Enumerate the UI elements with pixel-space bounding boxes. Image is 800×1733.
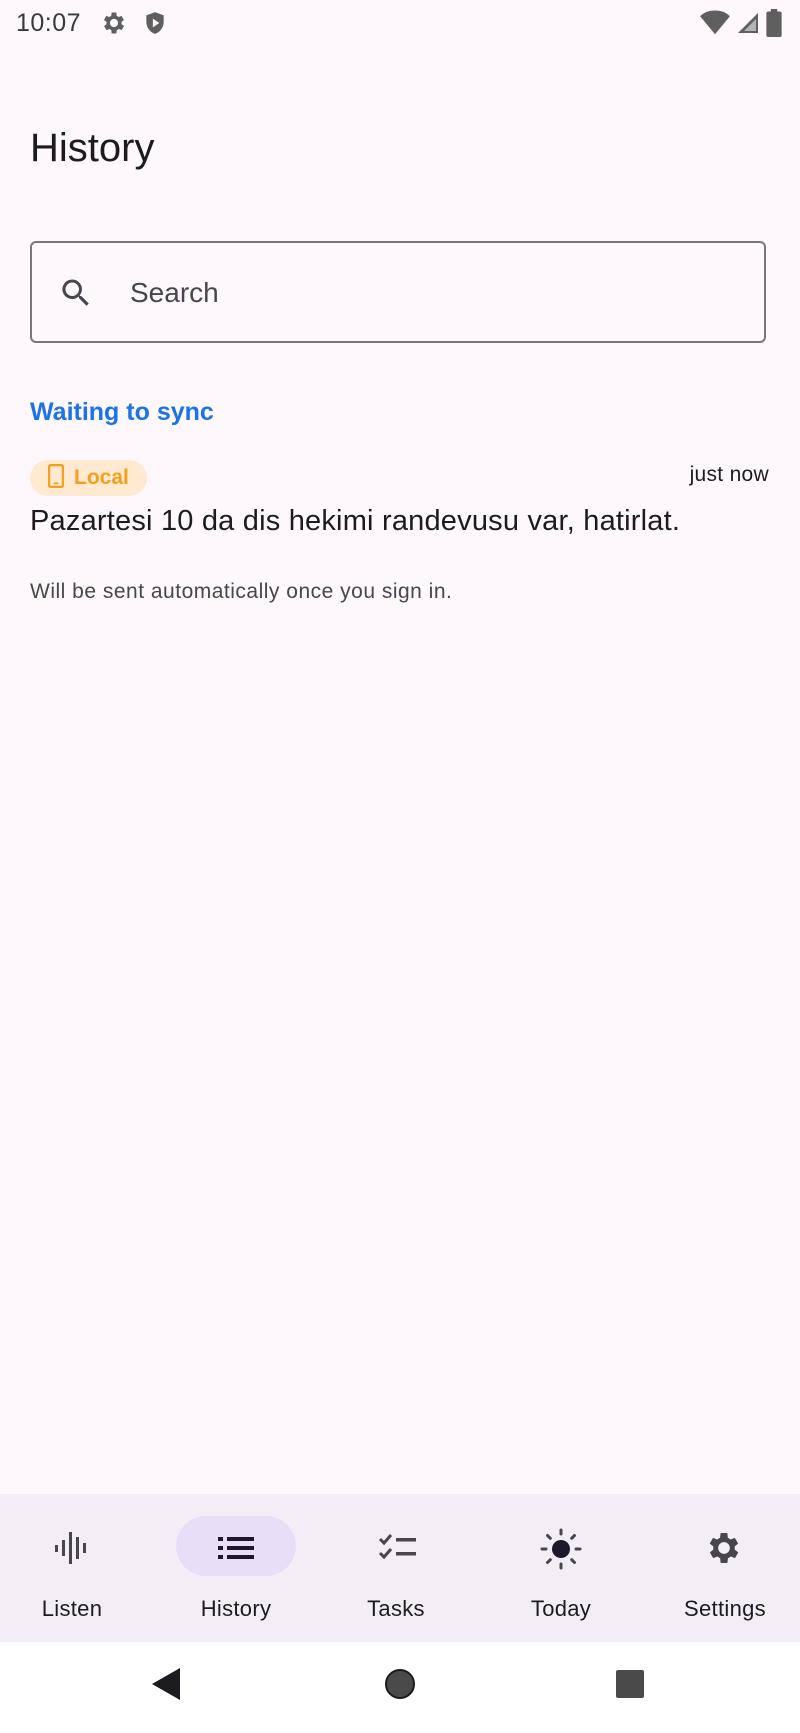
recents-icon[interactable] — [614, 1664, 646, 1709]
list-icon — [216, 1528, 256, 1573]
gear-icon — [100, 9, 128, 42]
status-bar: 10:07 — [0, 0, 800, 48]
history-item-time: just now — [689, 463, 769, 486]
nav-label-settings: Settings — [684, 1596, 766, 1621]
signal-icon — [736, 11, 760, 40]
nav-label-listen: Listen — [41, 1596, 103, 1621]
home-icon[interactable] — [382, 1664, 418, 1709]
bottom-navigation: Listen History Tasks Today Settings — [0, 1494, 800, 1642]
local-badge: Local — [30, 460, 147, 496]
waveform-icon — [52, 1528, 92, 1573]
nav-label-tasks: Tasks — [367, 1596, 425, 1621]
local-badge-label: Local — [74, 466, 129, 489]
history-item-text: Pazartesi 10 da dis hekimi randevusu var… — [30, 505, 681, 537]
shield-icon — [142, 9, 168, 42]
phone-icon — [47, 463, 65, 493]
status-right-icons — [700, 9, 782, 42]
search-icon — [58, 275, 94, 316]
checklist-icon — [378, 1528, 418, 1573]
history-item-note: Will be sent automatically once you sign… — [30, 580, 453, 603]
battery-icon — [766, 9, 782, 42]
nav-item-settings[interactable]: Settings — [640, 1494, 800, 1642]
search-field[interactable] — [30, 241, 766, 343]
nav-item-listen[interactable]: Listen — [0, 1494, 160, 1642]
nav-item-history[interactable]: History — [160, 1494, 320, 1642]
search-input[interactable] — [128, 263, 732, 323]
nav-label-history: History — [200, 1596, 272, 1621]
section-title-waiting-to-sync: Waiting to sync — [30, 398, 214, 426]
wifi-icon — [700, 10, 730, 41]
system-navigation-bar — [0, 1642, 800, 1733]
nav-item-tasks[interactable]: Tasks — [320, 1494, 480, 1642]
status-time: 10:07 — [16, 9, 82, 37]
gear-icon — [704, 1528, 744, 1573]
nav-label-today: Today — [530, 1596, 592, 1621]
page-title: History — [30, 126, 155, 170]
sun-icon — [540, 1528, 582, 1575]
back-icon[interactable] — [150, 1664, 182, 1709]
nav-item-today[interactable]: Today — [480, 1494, 640, 1642]
